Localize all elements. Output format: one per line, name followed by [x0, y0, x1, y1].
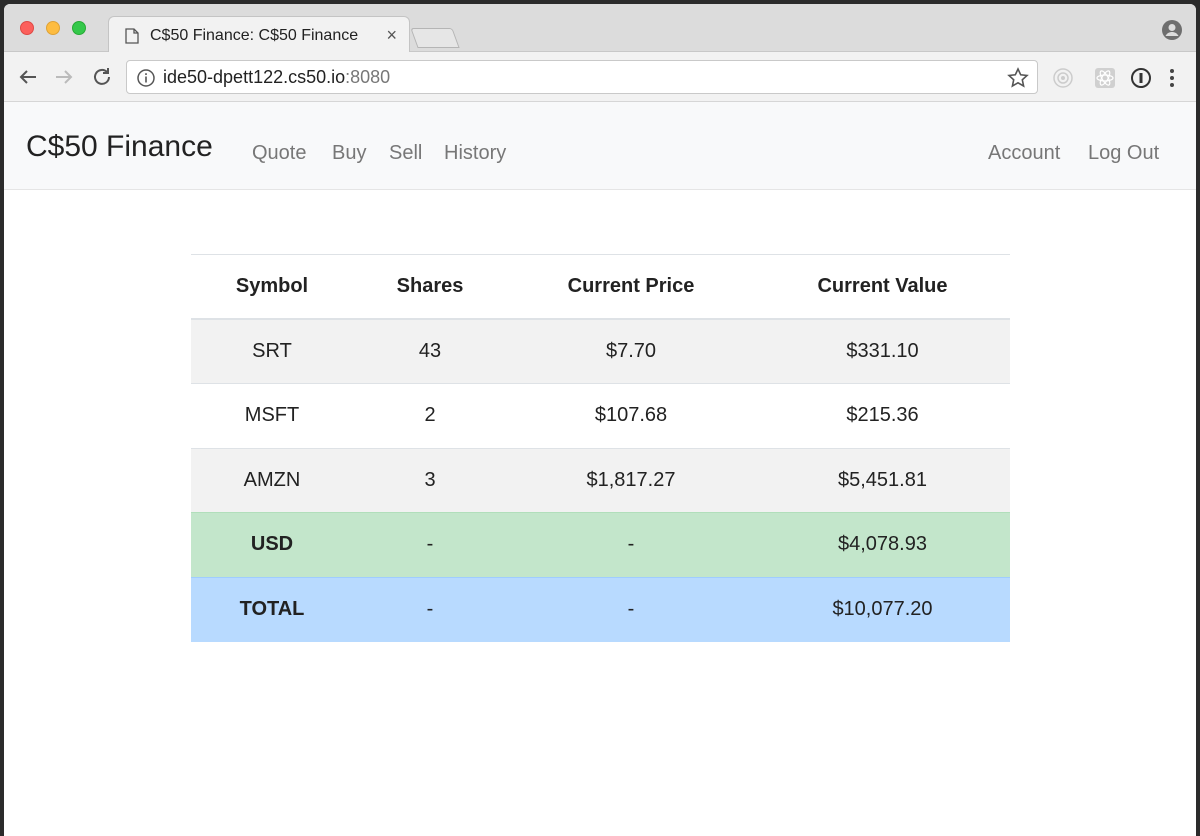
cell-shares: 43: [353, 318, 507, 384]
table-row: AMZN 3 $1,817.27 $5,451.81: [191, 447, 1010, 513]
column-header-symbol: Symbol: [191, 254, 353, 320]
cash-row: USD - - $4,078.93: [191, 512, 1010, 577]
browser-window: C$50 Finance: C$50 Finance × ide50-dpett…: [4, 4, 1196, 836]
cell-cash-shares: -: [353, 512, 507, 577]
back-arrow-icon[interactable]: [16, 65, 40, 89]
cell-symbol: MSFT: [191, 383, 353, 448]
window-maximize-button[interactable]: [72, 21, 86, 35]
forward-arrow-icon[interactable]: [52, 65, 76, 89]
nav-logout-link[interactable]: Log Out: [1088, 142, 1159, 165]
cell-price: $1,817.27: [507, 447, 755, 513]
address-bar[interactable]: ide50-dpett122.cs50.io:8080: [126, 60, 1038, 94]
extension-react-icon[interactable]: [1094, 67, 1116, 89]
extension-target-icon[interactable]: [1052, 67, 1074, 89]
table-row: SRT 43 $7.70 $331.10: [191, 318, 1010, 384]
tab-close-icon[interactable]: ×: [386, 25, 397, 46]
column-header-value: Current Value: [755, 254, 1010, 320]
active-tab[interactable]: C$50 Finance: C$50 Finance ×: [108, 16, 410, 53]
browser-toolbar: ide50-dpett122.cs50.io:8080: [4, 52, 1196, 102]
url-port: :8080: [345, 67, 391, 87]
password-manager-icon[interactable]: [1130, 67, 1152, 89]
portfolio-table: Symbol Shares Current Price Current Valu…: [191, 254, 1010, 642]
cell-value: $5,451.81: [755, 447, 1010, 513]
url-host: ide50-dpett122.cs50.io: [163, 67, 346, 87]
cell-shares: 2: [353, 383, 507, 448]
browser-menu-icon[interactable]: [1164, 67, 1180, 89]
page-content: C$50 Finance Quote Buy Sell History Acco…: [4, 102, 1196, 836]
document-icon: [125, 28, 139, 44]
cell-symbol: SRT: [191, 318, 353, 384]
new-tab-button[interactable]: [410, 28, 460, 48]
cell-symbol: AMZN: [191, 447, 353, 513]
column-header-price: Current Price: [507, 254, 755, 320]
nav-sell-link[interactable]: Sell: [389, 142, 422, 165]
column-header-shares: Shares: [353, 254, 507, 320]
cell-value: $215.36: [755, 383, 1010, 448]
table-row: MSFT 2 $107.68 $215.36: [191, 383, 1010, 448]
window-minimize-button[interactable]: [46, 21, 60, 35]
cell-cash-value: $4,078.93: [755, 512, 1010, 577]
nav-account-link[interactable]: Account: [988, 142, 1060, 165]
tab-title: C$50 Finance: C$50 Finance: [150, 27, 359, 44]
cell-total-price: -: [507, 576, 755, 642]
cell-price: $107.68: [507, 383, 755, 448]
table-header-row: Symbol Shares Current Price Current Valu…: [191, 254, 1010, 320]
cell-value: $331.10: [755, 318, 1010, 384]
reload-icon[interactable]: [90, 65, 114, 89]
cell-shares: 3: [353, 447, 507, 513]
nav-history-link[interactable]: History: [444, 142, 506, 165]
url-text[interactable]: ide50-dpett122.cs50.io:8080: [163, 67, 390, 88]
nav-buy-link[interactable]: Buy: [332, 142, 366, 165]
cell-total-label: TOTAL: [191, 576, 353, 642]
window-close-button[interactable]: [20, 21, 34, 35]
site-navbar: C$50 Finance Quote Buy Sell History Acco…: [4, 102, 1196, 190]
cell-price: $7.70: [507, 318, 755, 384]
tab-strip: C$50 Finance: C$50 Finance ×: [4, 4, 1196, 53]
cell-cash-price: -: [507, 512, 755, 577]
nav-quote-link[interactable]: Quote: [252, 142, 306, 165]
bookmark-star-icon[interactable]: [1007, 67, 1029, 89]
info-icon[interactable]: [137, 69, 155, 87]
total-row: TOTAL - - $10,077.20: [191, 576, 1010, 642]
profile-icon[interactable]: [1162, 20, 1182, 40]
cell-total-value: $10,077.20: [755, 576, 1010, 642]
cell-total-shares: -: [353, 576, 507, 642]
cell-cash-label: USD: [191, 512, 353, 577]
brand-link[interactable]: C$50 Finance: [26, 130, 213, 164]
